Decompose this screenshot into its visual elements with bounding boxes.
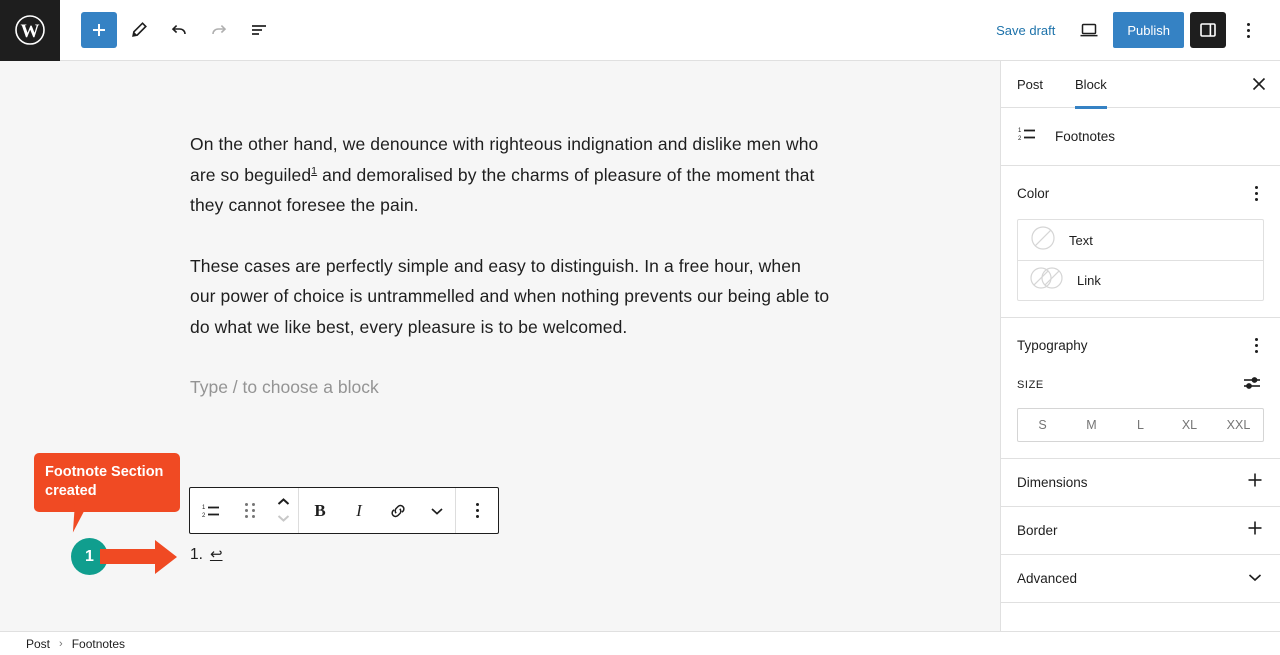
panel-dimensions[interactable]: Dimensions: [1001, 459, 1280, 507]
drag-dots: [245, 503, 255, 518]
plus-icon[interactable]: [1246, 519, 1264, 542]
undo-button[interactable]: [161, 12, 197, 48]
link-icon[interactable]: [377, 488, 419, 533]
dot: [1246, 28, 1250, 32]
typography-options-button[interactable]: [1249, 334, 1264, 357]
drag-handle-icon[interactable]: [232, 488, 268, 533]
redo-button[interactable]: [201, 12, 237, 48]
panel-dimensions-label: Dimensions: [1017, 475, 1088, 490]
single-circle-swatch: [1030, 225, 1056, 256]
color-section-title: Color: [1017, 186, 1050, 201]
color-row-link-label: Link: [1077, 273, 1101, 288]
top-bar-right-tools: Save draft Publish: [986, 12, 1280, 48]
add-block-button[interactable]: [81, 12, 117, 48]
font-size-options: S M L XL XXL: [1017, 408, 1264, 442]
return-arrow-icon[interactable]: ↩: [210, 545, 223, 563]
block-toolbar-options-group: [456, 488, 498, 533]
color-row-link[interactable]: Link: [1018, 260, 1263, 300]
font-size-label: SIZE: [1017, 378, 1044, 391]
font-size-xl[interactable]: XL: [1165, 409, 1214, 441]
font-size-xxl[interactable]: XXL: [1214, 409, 1263, 441]
color-options-list: Text Link: [1017, 219, 1264, 301]
chevron-down-icon[interactable]: [1246, 570, 1264, 588]
bold-button[interactable]: B: [299, 488, 341, 533]
svg-text:1: 1: [1018, 128, 1022, 134]
dot: [1246, 22, 1250, 26]
more-options-button[interactable]: [1232, 12, 1264, 48]
font-size-s[interactable]: S: [1018, 409, 1067, 441]
selected-block-row: 1 2 Footnotes: [1001, 108, 1280, 166]
sliders-icon[interactable]: [1240, 371, 1264, 398]
svg-text:W: W: [21, 21, 40, 42]
edit-tools-button[interactable]: [121, 12, 157, 48]
dot: [1246, 34, 1250, 38]
wordpress-logo-icon[interactable]: W: [0, 0, 60, 61]
breadcrumb-post[interactable]: Post: [26, 637, 50, 651]
close-icon[interactable]: [1238, 61, 1280, 108]
move-down-button[interactable]: [276, 511, 291, 526]
more-rich-text-button[interactable]: [419, 488, 455, 533]
breadcrumb-separator: ›: [59, 637, 63, 650]
font-size-l[interactable]: L: [1116, 409, 1165, 441]
save-draft-button[interactable]: Save draft: [986, 15, 1065, 46]
editor-canvas[interactable]: On the other hand, we denounce with righ…: [0, 61, 1000, 631]
double-circle-swatch: [1030, 265, 1064, 296]
plus-icon[interactable]: [1246, 471, 1264, 494]
annotation-step-number: 1: [85, 547, 94, 565]
color-row-text-label: Text: [1069, 232, 1093, 248]
annotation-callout-tail: [72, 500, 90, 534]
tab-post[interactable]: Post: [1001, 61, 1059, 108]
italic-button[interactable]: I: [341, 488, 377, 533]
more-vertical-icon: [475, 503, 479, 518]
paragraph-block-1[interactable]: On the other hand, we denounce with righ…: [190, 129, 830, 221]
annotation-arrow-head: [155, 540, 177, 574]
top-bar-left-tools: [60, 12, 277, 48]
settings-sidebar-toggle[interactable]: [1190, 12, 1226, 48]
settings-sidebar: Post Block 1 2 Footnotes Color Text Link…: [1000, 61, 1280, 631]
typography-section-header: Typography: [1017, 334, 1264, 357]
block-type-ordered-list-icon[interactable]: 1 2: [190, 488, 232, 533]
typography-section-title: Typography: [1017, 338, 1088, 353]
block-movers: [268, 488, 298, 533]
block-toolbar-left-group: 1 2: [190, 488, 298, 533]
breadcrumb-footnotes[interactable]: Footnotes: [72, 637, 125, 651]
document-overview-button[interactable]: [241, 12, 277, 48]
block-toolbar: 1 2 B I: [189, 487, 499, 534]
svg-text:2: 2: [1018, 136, 1022, 142]
color-section-header: Color: [1017, 182, 1264, 205]
move-up-button[interactable]: [276, 495, 291, 510]
color-row-text[interactable]: Text: [1018, 220, 1263, 260]
ordered-list-icon: 1 2: [1017, 123, 1039, 150]
paragraph-block-2[interactable]: These cases are perfectly simple and eas…: [190, 251, 830, 343]
footnote-list-item[interactable]: 1. ↩: [190, 545, 223, 564]
selected-block-name: Footnotes: [1055, 129, 1116, 144]
color-options-button[interactable]: [1249, 182, 1264, 205]
preview-button[interactable]: [1071, 12, 1107, 48]
footnote-number: 1.: [190, 546, 203, 563]
panel-border[interactable]: Border: [1001, 507, 1280, 555]
font-size-header: SIZE: [1017, 371, 1264, 398]
sidebar-tabs: Post Block: [1001, 61, 1280, 109]
annotation-callout-text: Footnote Section created: [45, 464, 164, 499]
annotation-arrow-shaft: [100, 549, 162, 564]
tab-block[interactable]: Block: [1059, 61, 1123, 109]
panel-border-label: Border: [1017, 523, 1058, 538]
svg-text:1: 1: [202, 505, 206, 511]
post-content: On the other hand, we denounce with righ…: [190, 129, 830, 402]
panel-advanced[interactable]: Advanced: [1001, 555, 1280, 603]
breadcrumb: Post › Footnotes: [0, 631, 1280, 655]
empty-block-placeholder[interactable]: Type / to choose a block: [190, 372, 830, 402]
editor-top-bar: W Save draft Publish: [0, 0, 1280, 61]
typography-section: Typography SIZE S M L XL XXL: [1001, 318, 1280, 459]
color-section: Color Text Link: [1001, 166, 1280, 318]
annotation-callout: Footnote Section created: [34, 453, 180, 512]
font-size-m[interactable]: M: [1067, 409, 1116, 441]
svg-text:2: 2: [202, 513, 206, 519]
publish-button[interactable]: Publish: [1113, 12, 1184, 48]
block-toolbar-format-group: B I: [299, 488, 455, 533]
block-options-button[interactable]: [456, 488, 498, 533]
bold-label: B: [314, 500, 326, 520]
panel-advanced-label: Advanced: [1017, 571, 1078, 586]
italic-label: I: [356, 500, 362, 520]
